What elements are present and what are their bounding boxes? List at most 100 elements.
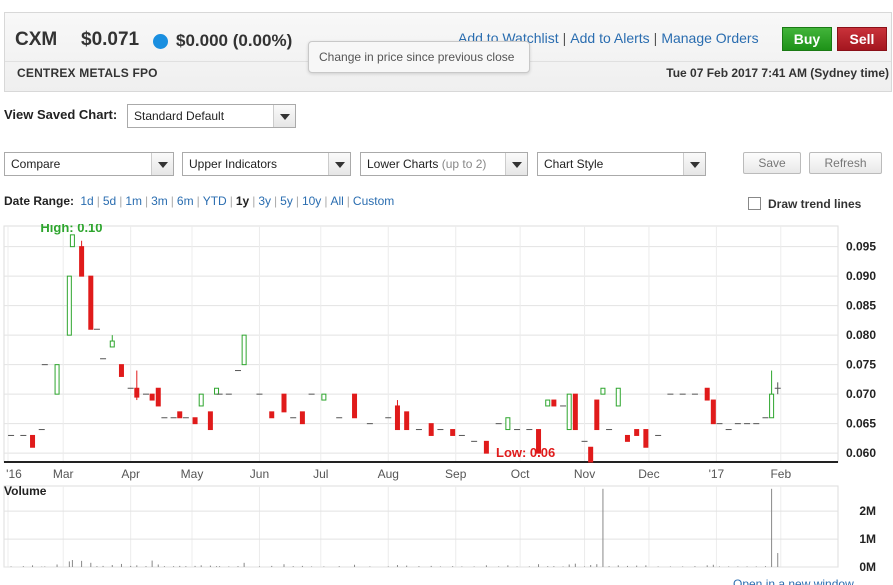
link-separator: | (562, 30, 567, 46)
candle-down[interactable] (404, 411, 410, 431)
compare-select[interactable]: Compare (4, 152, 174, 176)
date-range-5y[interactable]: 5y (280, 194, 293, 208)
candle-down[interactable] (207, 411, 213, 431)
candle-down[interactable] (428, 423, 434, 436)
candle-down[interactable] (192, 417, 198, 425)
date-range-1y[interactable]: 1y (236, 194, 249, 208)
draw-trend-lines-toggle[interactable]: Draw trend lines (748, 197, 861, 211)
candle-down[interactable] (588, 446, 594, 463)
candle-down[interactable] (572, 393, 578, 431)
price-tick-label: 0.080 (846, 328, 876, 342)
candle-down[interactable] (30, 434, 36, 448)
save-button[interactable]: Save (743, 152, 801, 174)
upper-indicators-select[interactable]: Upper Indicators (182, 152, 351, 176)
date-range-custom[interactable]: Custom (353, 194, 394, 208)
candle-down[interactable] (352, 393, 358, 419)
date-range-3y[interactable]: 3y (258, 194, 271, 208)
chevron-down-icon (505, 153, 527, 175)
candle-up[interactable] (66, 275, 72, 336)
candle-up[interactable] (54, 364, 60, 395)
candle-down[interactable] (594, 399, 600, 431)
price-tick-label: 0.095 (846, 240, 876, 254)
date-range-10y[interactable]: 10y (302, 194, 321, 208)
candle-down[interactable] (394, 405, 400, 431)
date-range-ytd[interactable]: YTD (203, 194, 227, 208)
date-range-1m[interactable]: 1m (125, 194, 142, 208)
candle-up[interactable] (615, 387, 621, 407)
price-plot-area (3, 225, 839, 463)
date-range-3m[interactable]: 3m (151, 194, 168, 208)
open-in-new-window-link[interactable]: Open in a new window (733, 577, 854, 585)
date-range-separator: | (196, 194, 200, 208)
candle-up[interactable] (545, 399, 551, 407)
candle-down[interactable] (281, 393, 287, 413)
month-tick-label: '16 (6, 467, 22, 481)
candle-down[interactable] (299, 411, 305, 425)
sell-button[interactable]: Sell (837, 27, 887, 51)
candle-up[interactable] (241, 334, 247, 366)
candle-down[interactable] (118, 364, 124, 377)
chart-style-select[interactable]: Chart Style (537, 152, 706, 176)
candle-up[interactable] (600, 387, 606, 395)
date-range-1d[interactable]: 1d (80, 194, 93, 208)
candle-down[interactable] (710, 399, 716, 425)
candle-up[interactable] (198, 393, 204, 407)
candle-up[interactable] (69, 234, 75, 248)
add-to-alerts-link[interactable]: Add to Alerts (570, 30, 649, 46)
candle-down[interactable] (79, 246, 85, 277)
lower-charts-label: Lower Charts (367, 157, 439, 171)
date-range-5d[interactable]: 5d (103, 194, 116, 208)
chart-style-label: Chart Style (544, 157, 604, 171)
price-tick-label: 0.090 (846, 269, 876, 283)
high-label: High: 0.10 (40, 224, 102, 235)
candle-down[interactable] (88, 275, 94, 330)
candle-down[interactable] (624, 434, 630, 442)
month-tick-label: May (181, 467, 204, 481)
date-range-separator: | (229, 194, 233, 208)
candle-down[interactable] (483, 440, 489, 454)
trend-lines-checkbox[interactable] (748, 197, 761, 210)
price-chart[interactable]: 0.095 0.090 0.085 0.080 0.075 0.070 0.065 0.060… (0, 220, 893, 585)
price-change-tooltip: Change in price since previous close (308, 41, 530, 73)
candle-down[interactable] (551, 399, 557, 407)
saved-chart-select[interactable]: Standard Default (127, 104, 296, 128)
price-tick-label: 0.060 (846, 446, 876, 460)
chevron-down-icon (151, 153, 173, 175)
lower-charts-select[interactable]: Lower Charts (up to 2) (360, 152, 528, 176)
candle-up[interactable] (505, 417, 511, 431)
volume-tick-label: 0M (859, 560, 876, 574)
price-change-indicator-icon[interactable] (153, 34, 168, 49)
candle-down[interactable] (134, 387, 140, 398)
candle-up[interactable] (214, 387, 220, 395)
candle-down[interactable] (155, 387, 161, 407)
month-tick-label: Dec (638, 467, 659, 481)
chevron-down-icon (328, 153, 350, 175)
buy-button[interactable]: Buy (782, 27, 832, 51)
month-tick-label: Jun (250, 467, 269, 481)
candle-up[interactable] (321, 393, 327, 401)
candle-down[interactable] (450, 429, 456, 436)
date-range-separator: | (324, 194, 328, 208)
compare-label: Compare (11, 157, 61, 171)
candle-up[interactable] (769, 393, 775, 419)
manage-orders-link[interactable]: Manage Orders (661, 30, 758, 46)
candle-up[interactable] (109, 340, 115, 348)
candle-down[interactable] (704, 387, 710, 401)
refresh-button[interactable]: Refresh (809, 152, 882, 174)
candle-down[interactable] (177, 411, 183, 419)
candle-down[interactable] (149, 393, 155, 401)
low-label: Low: 0.06 (496, 445, 555, 460)
month-tick-label: Jul (313, 467, 328, 481)
date-range-all[interactable]: All (330, 194, 343, 208)
date-range-separator: | (274, 194, 278, 208)
date-range-separator: | (145, 194, 149, 208)
candle-down[interactable] (643, 429, 649, 448)
date-range-bar: Date Range: 1d | 5d | 1m | 3m | 6m | YTD | 1y | 3y | 5y |… (4, 194, 397, 208)
candle-down[interactable] (634, 429, 640, 436)
candle-up[interactable] (566, 393, 572, 431)
saved-chart-label: View Saved Chart: (4, 107, 118, 122)
date-range-6m[interactable]: 6m (177, 194, 194, 208)
month-tick-label: Feb (770, 467, 791, 481)
candle-down[interactable] (269, 411, 275, 419)
candlestick-chart[interactable]: 0.095 0.090 0.085 0.080 0.075 0.070 0.065 0.060… (0, 220, 893, 585)
